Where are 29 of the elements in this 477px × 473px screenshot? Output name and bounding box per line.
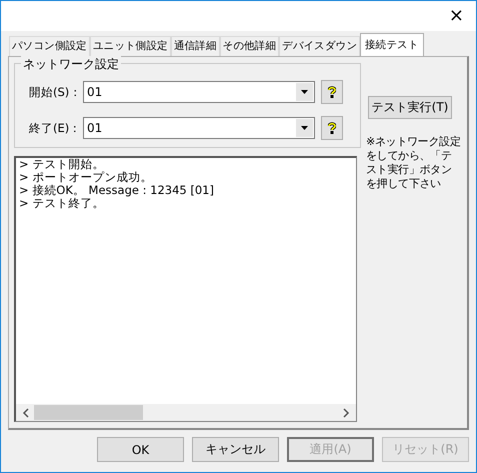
- tab[interactable]: ユニット側設定: [90, 36, 171, 56]
- dialog-button[interactable]: キャンセル: [192, 437, 279, 462]
- field-label: 開始(S)：: [29, 84, 79, 100]
- tab[interactable]: パソコン側設定: [9, 36, 90, 56]
- close-button[interactable]: ×: [444, 6, 468, 26]
- combo-box[interactable]: 01: [83, 81, 315, 103]
- help-button[interactable]: [321, 80, 343, 104]
- tab[interactable]: その他詳細: [220, 36, 280, 56]
- dialog-button[interactable]: OK: [97, 437, 184, 462]
- horizontal-scrollbar[interactable]: [16, 404, 356, 421]
- log-line: > テスト開始。: [19, 158, 106, 171]
- scroll-left-icon[interactable]: [22, 408, 30, 418]
- note-text: ※ネットワーク設定をしてから、「テスト実行」ボタンを押して下さい: [366, 135, 462, 191]
- tab[interactable]: 接続テスト: [360, 33, 424, 56]
- question-icon: [328, 86, 336, 98]
- log-line: > テスト終了。: [19, 197, 104, 210]
- combo-box[interactable]: 01: [83, 117, 315, 139]
- field-label: 終了(E)：: [29, 120, 79, 136]
- tab[interactable]: 通信詳細: [170, 36, 220, 56]
- scroll-right-icon[interactable]: [342, 408, 350, 418]
- tab[interactable]: デバイスダウン: [279, 36, 360, 56]
- question-icon: [328, 122, 336, 134]
- log-line: > 接続OK。 Message : 12345 [01]: [19, 184, 215, 197]
- log-line: > ポートオープン成功。: [19, 171, 154, 184]
- group-title: ネットワーク設定: [21, 56, 121, 73]
- help-button[interactable]: [321, 116, 343, 140]
- scroll-thumb[interactable]: [34, 405, 143, 420]
- test-run-button[interactable]: テスト実行(T): [368, 96, 452, 119]
- log-box[interactable]: > テスト開始。 > ポートオープン成功。 > 接続OK。 Message : 12345 [01] > テスト終了。: [14, 156, 357, 422]
